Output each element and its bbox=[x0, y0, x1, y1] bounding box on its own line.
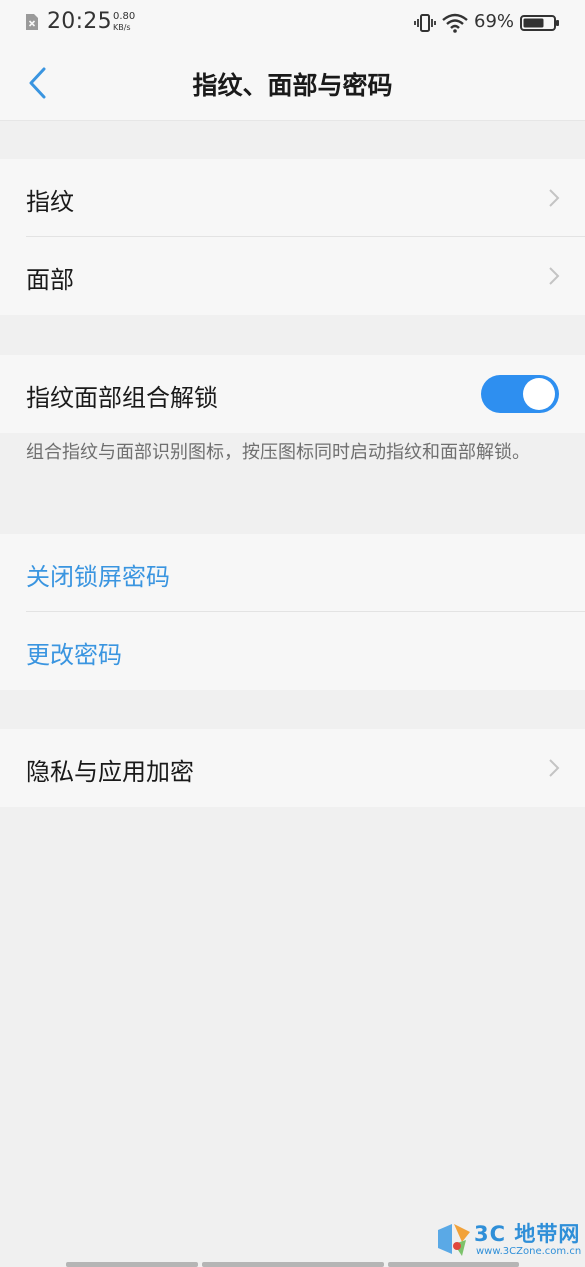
toggle-knob bbox=[523, 378, 555, 410]
watermark: 3C 地带网 www.3CZone.com.cn bbox=[436, 1218, 582, 1262]
chevron-right-icon bbox=[549, 759, 560, 777]
status-bar: 20:25 0.80 KB/s 69% bbox=[0, 0, 585, 46]
watermark-url: www.3CZone.com.cn bbox=[476, 1246, 582, 1257]
network-speed: 0.80 KB/s bbox=[113, 11, 135, 33]
biometric-section: 指纹 面部 bbox=[0, 159, 585, 315]
battery-icon bbox=[520, 15, 559, 31]
face-row[interactable]: 面部 bbox=[0, 237, 585, 315]
watermark-title: 3C 地带网 bbox=[474, 1222, 581, 1246]
watermark-logo-icon bbox=[438, 1224, 470, 1256]
disable-lock-password-label: 关闭锁屏密码 bbox=[26, 563, 170, 591]
clock: 20:25 bbox=[47, 9, 112, 34]
wifi-icon bbox=[442, 13, 468, 33]
fingerprint-row[interactable]: 指纹 bbox=[0, 159, 585, 237]
fingerprint-label: 指纹 bbox=[26, 188, 74, 216]
chevron-right-icon bbox=[549, 267, 560, 285]
password-section: 关闭锁屏密码 更改密码 bbox=[0, 534, 585, 690]
combo-unlock-section: 指纹面部组合解锁 bbox=[0, 355, 585, 433]
network-speed-unit: KB/s bbox=[113, 23, 131, 32]
gesture-bar[interactable] bbox=[66, 1262, 519, 1267]
disable-lock-password-row[interactable]: 关闭锁屏密码 bbox=[0, 534, 585, 612]
combo-unlock-row: 指纹面部组合解锁 bbox=[0, 355, 585, 433]
network-speed-value: 0.80 bbox=[113, 11, 136, 22]
page-title: 指纹、面部与密码 bbox=[192, 71, 393, 100]
change-password-label: 更改密码 bbox=[26, 641, 122, 669]
privacy-encryption-label: 隐私与应用加密 bbox=[26, 758, 194, 786]
combo-unlock-toggle[interactable] bbox=[481, 375, 559, 413]
privacy-encryption-row[interactable]: 隐私与应用加密 bbox=[0, 729, 585, 807]
battery-percent: 69% bbox=[474, 11, 515, 32]
gesture-bar-segment bbox=[202, 1262, 384, 1267]
no-sim-icon bbox=[26, 14, 38, 30]
change-password-row[interactable]: 更改密码 bbox=[0, 612, 585, 690]
privacy-section: 隐私与应用加密 bbox=[0, 729, 585, 807]
combo-unlock-label: 指纹面部组合解锁 bbox=[26, 384, 218, 412]
title-bar: 指纹、面部与密码 bbox=[0, 46, 585, 121]
combo-unlock-description: 组合指纹与面部识别图标，按压图标同时启动指纹和面部解锁。 bbox=[26, 442, 530, 463]
chevron-right-icon bbox=[549, 189, 560, 207]
vibrate-icon bbox=[414, 14, 436, 32]
gesture-bar-segment bbox=[388, 1262, 519, 1267]
face-label: 面部 bbox=[26, 266, 74, 294]
gesture-bar-segment bbox=[66, 1262, 198, 1267]
